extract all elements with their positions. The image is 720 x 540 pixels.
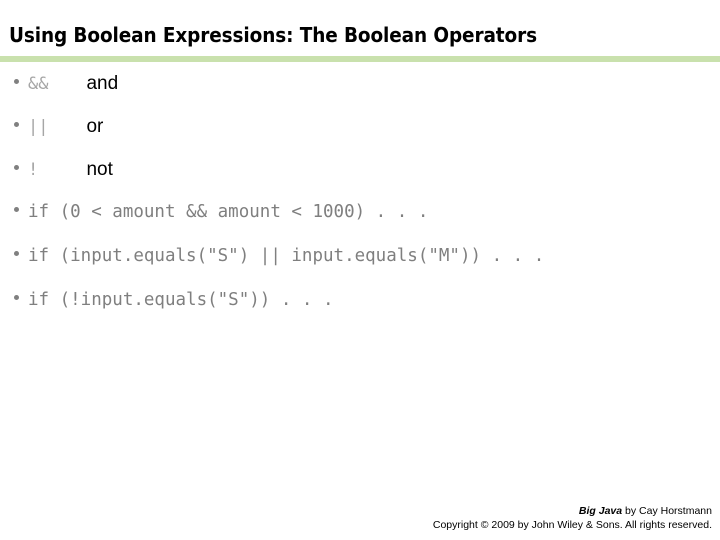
bullet-dot-icon	[14, 207, 19, 212]
code-example: if (input.equals("S") || input.equals("M…	[28, 246, 545, 266]
list-item: && and	[0, 62, 720, 105]
slide-body: && and || or ! not if (0 < amount && amo…	[0, 62, 720, 323]
bullet-dot-icon	[14, 122, 19, 127]
list-item: if (!input.equals("S")) . . .	[0, 279, 720, 323]
book-author: by Cay Horstmann	[622, 505, 712, 517]
bullet-dot-icon	[14, 295, 19, 300]
bullet-dot-icon	[14, 251, 19, 256]
footer-attribution: Big Java by Cay Horstmann Copyright © 20…	[433, 504, 712, 532]
operator-symbol: &&	[28, 74, 49, 94]
list-item: if (input.equals("S") || input.equals("M…	[0, 235, 720, 279]
operator-meaning: not	[86, 159, 113, 180]
page-title: Using Boolean Expressions: The Boolean O…	[9, 23, 537, 47]
operator-symbol: !	[28, 160, 39, 180]
operator-symbol: ||	[28, 117, 49, 137]
operator-meaning: or	[86, 116, 104, 137]
bullet-dot-icon	[14, 165, 19, 170]
slide-canvas: Using Boolean Expressions: The Boolean O…	[0, 0, 720, 540]
list-item: ! not	[0, 148, 720, 191]
list-item: || or	[0, 105, 720, 148]
footer-copyright: Copyright © 2009 by John Wiley & Sons. A…	[432, 519, 712, 531]
code-example: if (!input.equals("S")) . . .	[28, 290, 334, 310]
footer-book-line: Big Java by Cay Horstmann	[433, 504, 712, 518]
list-item: if (0 < amount && amount < 1000) . . .	[0, 191, 720, 235]
slide-title-block: Using Boolean Expressions: The Boolean O…	[0, 0, 720, 62]
bullet-dot-icon	[14, 79, 19, 84]
book-title: Big Java	[578, 505, 623, 517]
operator-meaning: and	[86, 73, 119, 94]
code-example: if (0 < amount && amount < 1000) . . .	[28, 202, 429, 222]
